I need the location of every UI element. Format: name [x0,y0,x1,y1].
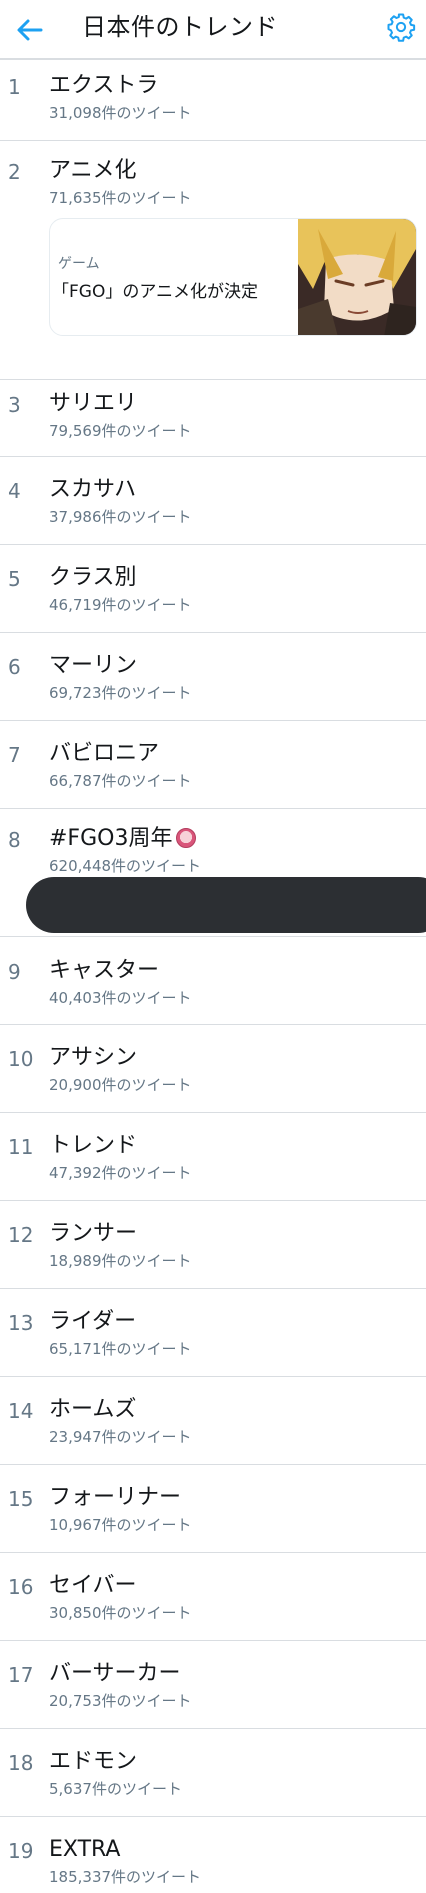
character-avatar-emoji [176,828,197,848]
trend-rank: 6 [8,655,21,679]
gear-icon [387,13,416,42]
trend-name: フォーリナー [49,1485,182,1510]
trend-rank: 17 [8,1663,34,1687]
trend-name: ホームズ [49,1397,137,1422]
trend-rank: 9 [8,960,21,984]
trend-name: サリエリ [49,391,138,416]
redaction-bar [26,877,426,933]
trend-count: 37,986件のツイート [49,508,192,526]
trend-rank: 4 [8,479,21,503]
trend-row[interactable]: 8 #FGO3周年 620,448件のツイート [0,809,426,937]
trend-count: 65,171件のツイート [49,1340,192,1358]
trend-name-wrap: #FGO3周年 [49,825,197,853]
trend-count: 66,787件のツイート [49,772,192,790]
settings-button[interactable] [386,12,416,42]
trend-rank: 5 [8,567,21,591]
trend-row[interactable]: 15 フォーリナー 10,967件のツイート [0,1465,426,1553]
top-app-bar: 日本件のトレンド [0,0,426,60]
arrow-left-icon [17,19,43,41]
trend-name: スカサハ [49,477,137,502]
trend-rank: 1 [8,75,21,99]
trend-rank: 14 [8,1399,34,1423]
trend-name: アサシン [49,1045,138,1070]
trend-count: 185,337件のツイート [49,1868,202,1886]
trend-name: EXTRA [49,1837,121,1862]
trend-count: 20,753件のツイート [49,1692,192,1710]
trend-row[interactable]: 11 トレンド 47,392件のツイート [0,1113,426,1201]
trend-row[interactable]: 2 アニメ化 71,635件のツイート ゲーム 「FGO」のアニメ化が決定 [0,141,426,380]
trend-count: 620,448件のツイート [49,857,202,875]
trend-name: #FGO3周年 [49,826,173,851]
trend-row[interactable]: 19 EXTRA 185,337件のツイート [0,1817,426,1893]
trend-row[interactable]: 10 アサシン 20,900件のツイート [0,1025,426,1113]
trend-name: マーリン [49,653,138,678]
trend-rank: 7 [8,743,21,767]
trend-rank: 2 [8,160,21,184]
trend-rank: 11 [8,1135,34,1159]
trend-row[interactable]: 17 バーサーカー 20,753件のツイート [0,1641,426,1729]
trend-rank: 3 [8,393,21,417]
trend-rank: 12 [8,1223,34,1247]
trend-rank: 19 [8,1839,34,1863]
trend-row[interactable]: 1 エクストラ 31,098件のツイート [0,62,426,141]
trend-count: 20,900件のツイート [49,1076,192,1094]
trend-count: 31,098件のツイート [49,104,192,122]
trend-row[interactable]: 9 キャスター 40,403件のツイート [0,937,426,1025]
news-card-category: ゲーム [58,256,100,272]
trend-row[interactable]: 5 クラス別 46,719件のツイート [0,545,426,633]
trend-rank: 13 [8,1311,34,1335]
trend-name: ランサー [49,1221,138,1246]
trend-rank: 18 [8,1751,34,1775]
trend-rank: 15 [8,1487,34,1511]
page-title: 日本件のトレンド [82,13,278,41]
trend-name: バビロニア [49,741,160,766]
trend-row[interactable]: 12 ランサー 18,989件のツイート [0,1201,426,1289]
anime-character-thumbnail [298,219,416,335]
trend-count: 18,989件のツイート [49,1252,192,1270]
news-card-title: 「FGO」のアニメ化が決定 [52,282,258,302]
trend-name: キャスター [49,958,160,983]
trend-row[interactable]: 16 セイバー 30,850件のツイート [0,1553,426,1641]
trend-name: ライダー [49,1309,137,1334]
trend-row[interactable]: 6 マーリン 69,723件のツイート [0,633,426,721]
trend-count: 40,403件のツイート [49,989,192,1007]
trend-name: アニメ化 [49,158,137,183]
trend-count: 79,569件のツイート [49,422,192,440]
trend-name: セイバー [49,1573,137,1598]
trend-name: トレンド [49,1133,138,1158]
trend-rank: 10 [8,1047,34,1071]
trend-count: 23,947件のツイート [49,1428,192,1446]
trend-count: 71,635件のツイート [49,189,192,207]
trend-row[interactable]: 18 エドモン 5,637件のツイート [0,1729,426,1817]
trend-name: クラス別 [49,565,137,590]
trend-rank: 16 [8,1575,34,1599]
trend-name: バーサーカー [49,1661,181,1686]
trend-count: 10,967件のツイート [49,1516,192,1534]
trend-row[interactable]: 3 サリエリ 79,569件のツイート [0,380,426,457]
trend-count: 46,719件のツイート [49,596,192,614]
trend-count: 5,637件のツイート [49,1780,182,1798]
trend-row[interactable]: 4 スカサハ 37,986件のツイート [0,457,426,545]
trend-count: 47,392件のツイート [49,1164,192,1182]
trend-name: エドモン [49,1749,138,1774]
trend-row[interactable]: 13 ライダー 65,171件のツイート [0,1289,426,1377]
trend-list: 1 エクストラ 31,098件のツイート 2 アニメ化 71,635件のツイート… [0,62,426,1893]
news-card[interactable]: ゲーム 「FGO」のアニメ化が決定 [49,218,417,336]
trend-row[interactable]: 14 ホームズ 23,947件のツイート [0,1377,426,1465]
trend-name: エクストラ [49,73,159,98]
trend-rank: 8 [8,828,21,852]
back-button[interactable] [14,14,46,46]
trend-count: 30,850件のツイート [49,1604,192,1622]
trend-count: 69,723件のツイート [49,684,192,702]
trend-row[interactable]: 7 バビロニア 66,787件のツイート [0,721,426,809]
